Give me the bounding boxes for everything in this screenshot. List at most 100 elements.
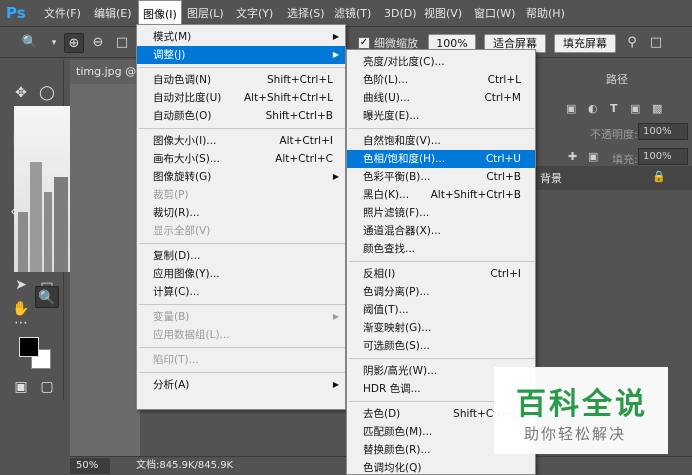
- image_menu-item[interactable]: 模式(M) ▶: [137, 28, 345, 46]
- adjust_menu-item[interactable]: 颜色查找...: [347, 240, 535, 258]
- image_menu-item-label: 应用数据组(L)...: [153, 329, 230, 341]
- adjust_menu-item[interactable]: 可选颜色(S)...: [347, 337, 535, 355]
- adjust_menu-item[interactable]: 色调均化(Q): [347, 459, 535, 475]
- adjust_menu-item[interactable]: 亮度/对比度(C)...: [347, 53, 535, 71]
- adjust_menu-item[interactable]: 通道混合器(X)...: [347, 222, 535, 240]
- menu-3[interactable]: 图层(L): [183, 0, 228, 27]
- scrubby-zoom-checkbox[interactable]: ✓: [358, 37, 370, 49]
- lock-icon: 🔒: [652, 170, 666, 183]
- resize-windows-checkbox-icon[interactable]: □: [112, 33, 132, 53]
- submenu-arrow-icon: ▶: [332, 312, 339, 321]
- fill-screen-button[interactable]: 填充屏幕: [554, 34, 616, 53]
- adjust_menu-item[interactable]: 曝光度(E)...: [347, 107, 535, 125]
- image_menu-item[interactable]: 自动对比度(U) Alt+Shift+Ctrl+L: [137, 89, 345, 107]
- zoom-icon[interactable]: 🔍: [20, 33, 40, 53]
- zoom-in-icon[interactable]: ⊕: [64, 33, 84, 53]
- zoom-out-icon[interactable]: ⊖: [88, 33, 108, 53]
- image_menu-item[interactable]: 自动颜色(O) Shift+Ctrl+B: [137, 107, 345, 125]
- lock-artboard-icon[interactable]: ▣: [588, 150, 598, 163]
- panel-tabs: 路径: [536, 70, 692, 90]
- image_menu-item: 裁剪(P): [137, 186, 345, 204]
- building-shape: [18, 212, 28, 272]
- filter-adjust-icon[interactable]: ◐: [588, 102, 598, 115]
- adjust_menu-item[interactable]: 渐变映射(G)...: [347, 319, 535, 337]
- image_menu-item: 陷印(T)...: [137, 351, 345, 369]
- image_menu-item[interactable]: 画布大小(S)... Alt+Ctrl+C: [137, 150, 345, 168]
- menu-4[interactable]: 文字(Y): [232, 0, 277, 27]
- zoom-level-field[interactable]: 50%: [70, 458, 110, 474]
- filter-image-icon[interactable]: ▣: [566, 102, 576, 115]
- image_menu-item[interactable]: 自动色调(N) Shift+Ctrl+L: [137, 71, 345, 89]
- adjust_menu-item-label: 色相/饱和度(H)...: [363, 153, 446, 165]
- zoom-tool-icon[interactable]: 🔍: [35, 286, 59, 308]
- workspace-icon[interactable]: □: [646, 33, 666, 53]
- filter-smart-icon[interactable]: ▩: [652, 102, 662, 115]
- foreground-color-swatch[interactable]: [19, 337, 39, 357]
- adjust_menu-item[interactable]: 黑白(K)... Alt+Shift+Ctrl+B: [347, 186, 535, 204]
- screen-mode-icon[interactable]: ▢: [35, 376, 59, 398]
- move-tool-icon[interactable]: ✥: [9, 82, 33, 104]
- more-tools-icon[interactable]: ⋯: [9, 312, 33, 334]
- menu-9[interactable]: 窗口(W): [470, 0, 519, 27]
- filter-type-icon[interactable]: T: [610, 102, 618, 115]
- image_menu-item[interactable]: 分析(A) ▶: [137, 376, 345, 394]
- tab-paths[interactable]: 路径: [606, 70, 628, 90]
- image_menu-item[interactable]: 调整(J) ▶: [137, 46, 345, 64]
- ellipse-marquee-icon[interactable]: ◯: [35, 82, 59, 104]
- menu-7[interactable]: 3D(D): [380, 0, 421, 27]
- filter-shape-icon[interactable]: ▣: [630, 102, 640, 115]
- adjust_menu-item-shortcut: Ctrl+M: [484, 92, 521, 104]
- quick-mask-icon[interactable]: ▣: [9, 376, 33, 398]
- menu-separator: [139, 243, 345, 244]
- image_menu-item[interactable]: 图像大小(I)... Alt+Ctrl+I: [137, 132, 345, 150]
- submenu-arrow-icon: ▶: [332, 50, 339, 59]
- image_menu-item[interactable]: 计算(C)...: [137, 283, 345, 301]
- fill-field[interactable]: 100%: [638, 148, 688, 165]
- adjust_menu-item-label: 色彩平衡(B)...: [363, 171, 431, 183]
- image_menu-item[interactable]: 图像旋转(G) ▶: [137, 168, 345, 186]
- watermark: 百科全说 助你轻松解决: [494, 367, 668, 454]
- adjust_menu-item[interactable]: 色相/饱和度(H)... Ctrl+U: [347, 150, 535, 168]
- canvas-area[interactable]: [70, 84, 140, 456]
- adjust_menu-item[interactable]: 阈值(T)...: [347, 301, 535, 319]
- image_menu-item[interactable]: 裁切(R)...: [137, 204, 345, 222]
- opacity-field[interactable]: 100%: [638, 123, 688, 140]
- image_menu-item[interactable]: 应用图像(Y)...: [137, 265, 345, 283]
- menu-5[interactable]: 选择(S): [283, 0, 329, 27]
- adjust_menu-item-label: 阈值(T)...: [363, 304, 409, 316]
- adjust_menu-item[interactable]: 色调分离(P)...: [347, 283, 535, 301]
- search-icon[interactable]: ⚲: [622, 33, 642, 53]
- adjust_menu-item-label: 反相(I): [363, 268, 396, 280]
- adjust_menu-item-label: HDR 色调...: [363, 383, 421, 395]
- adjust_menu-item-shortcut: Ctrl+B: [486, 171, 521, 183]
- menu-6[interactable]: 滤镜(T): [330, 0, 375, 27]
- lock-position-icon[interactable]: ✚: [568, 150, 577, 163]
- menu-separator: [139, 128, 345, 129]
- path-selection-icon[interactable]: ➤: [9, 274, 33, 296]
- menu-separator: [139, 372, 345, 373]
- image_menu-item-label: 变量(B): [153, 311, 190, 323]
- adjust_menu-item[interactable]: 照片滤镜(F)...: [347, 204, 535, 222]
- image_menu-item[interactable]: 复制(D)...: [137, 247, 345, 265]
- chevron-down-icon[interactable]: ▾: [44, 33, 64, 53]
- adjust_menu-item-label: 替换颜色(R)...: [363, 444, 431, 456]
- adjust_menu-item-label: 照片滤镜(F)...: [363, 207, 430, 219]
- adjust_menu-item-label: 色阶(L)...: [363, 74, 409, 86]
- adjust_menu-item[interactable]: 色彩平衡(B)... Ctrl+B: [347, 168, 535, 186]
- document-tab[interactable]: timg.jpg @: [70, 60, 140, 84]
- image_menu-item-label: 图像大小(I)...: [153, 135, 217, 147]
- menu-2[interactable]: 图像(I): [138, 0, 182, 27]
- menu-8[interactable]: 视图(V): [420, 0, 466, 27]
- adjust_menu-item[interactable]: 反相(I) Ctrl+I: [347, 265, 535, 283]
- adjust_menu-item[interactable]: 自然饱和度(V)...: [347, 132, 535, 150]
- layer-name: 背景: [540, 172, 562, 185]
- menu-10[interactable]: 帮助(H): [522, 0, 569, 27]
- image_menu-item-label: 模式(M): [153, 31, 192, 43]
- layer-row[interactable]: 背景: [536, 166, 692, 190]
- photoshop-logo: Ps: [6, 4, 26, 22]
- adjust_menu-item[interactable]: 色阶(L)... Ctrl+L: [347, 71, 535, 89]
- menu-0[interactable]: 文件(F): [40, 0, 85, 27]
- adjust_menu-item[interactable]: 曲线(U)... Ctrl+M: [347, 89, 535, 107]
- menu-1[interactable]: 编辑(E): [90, 0, 136, 27]
- image_menu-item-label: 应用图像(Y)...: [153, 268, 220, 280]
